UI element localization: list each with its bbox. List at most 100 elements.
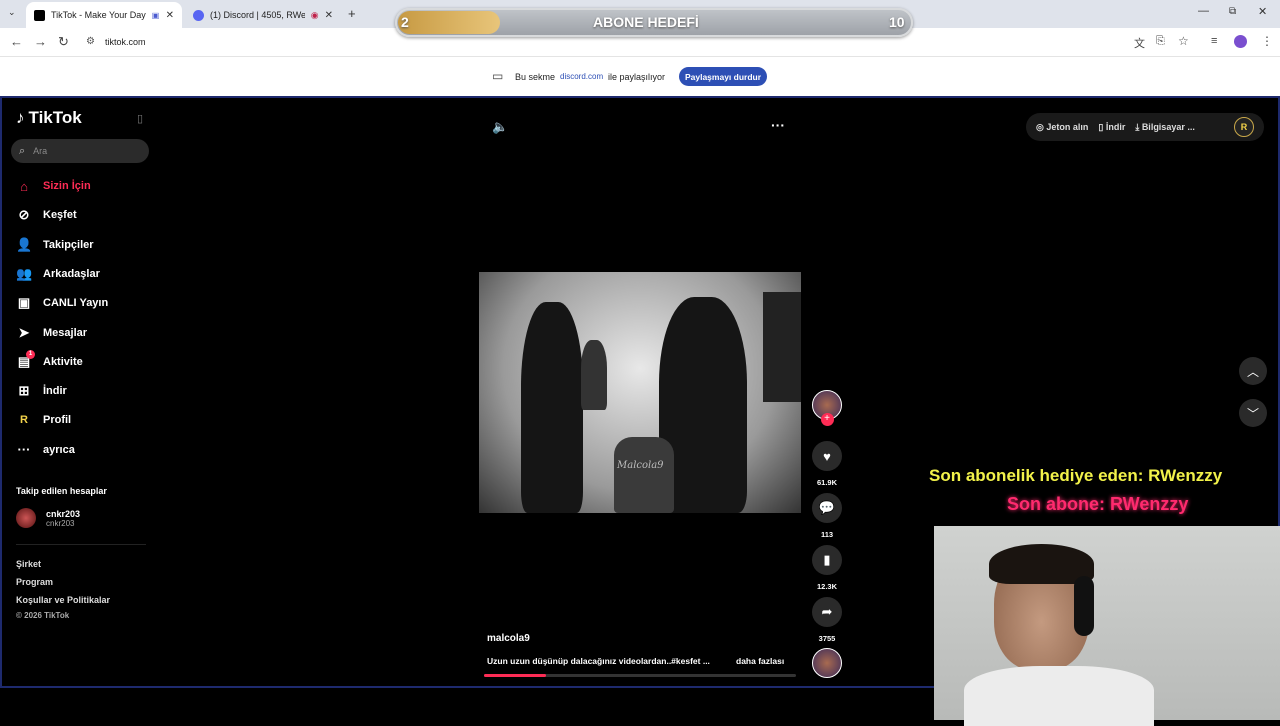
goal-title: ABONE HEDEFİ xyxy=(593,14,699,30)
comment-button[interactable]: 💬 113 xyxy=(811,493,843,539)
following-title: Takip edilen hesaplar xyxy=(16,486,107,496)
send-icon: ➤ xyxy=(18,324,30,340)
music-disc-icon[interactable] xyxy=(812,648,842,678)
following-account[interactable]: cnkr203 cnkr203 xyxy=(16,508,80,528)
window-close-icon[interactable]: ✕ xyxy=(1258,5,1267,18)
site-info-icon[interactable]: ⚙ xyxy=(86,36,95,47)
sidebar-item-4[interactable]: ▣ CANLI Yayın xyxy=(16,293,108,313)
sidebar-item-label: Arkadaşlar xyxy=(43,267,100,280)
footer-program[interactable]: Program xyxy=(16,577,53,587)
collapse-sidebar-icon[interactable]: ▯ xyxy=(137,112,143,125)
sidebar-item-label: Takipçiler xyxy=(43,238,94,251)
profile-avatar-icon[interactable] xyxy=(1234,35,1247,48)
following-handle: cnkr203 xyxy=(46,518,75,528)
user-avatar-icon[interactable]: R xyxy=(1234,117,1254,137)
bookmark-icon: ▮ xyxy=(812,545,842,575)
minimize-icon[interactable]: — xyxy=(1198,5,1209,17)
bookmark-star-icon[interactable]: ☆ xyxy=(1178,34,1189,48)
sidebar-item-2[interactable]: 👤 Takipçiler xyxy=(16,235,94,255)
more-icon: ··· xyxy=(17,442,31,458)
stop-sharing-button[interactable]: Paylaşmayı durdur xyxy=(679,67,767,86)
tiktok-note-icon: ♪ xyxy=(16,108,25,127)
author-avatar-button[interactable]: + xyxy=(811,390,843,426)
share-bar-suffix: ile paylaşılıyor xyxy=(608,72,666,82)
see-more-link[interactable]: daha fazlası xyxy=(736,656,784,666)
video-poster xyxy=(763,292,801,402)
sidebar-item-label: Profil xyxy=(43,414,72,427)
sidebar-item-label: İndir xyxy=(43,385,67,398)
footer-terms[interactable]: Koşullar ve Politikalar xyxy=(16,595,110,605)
video-watermark: Malcola9 xyxy=(617,460,664,471)
previous-video-button[interactable]: ︿ xyxy=(1239,357,1267,385)
screen-share-icon: ▭ xyxy=(492,69,504,83)
get-app-button[interactable]: ▯ İndir xyxy=(1098,122,1125,133)
sidebar-item-label: Mesajlar xyxy=(43,326,88,339)
browser-menu-icon[interactable]: ⋮ xyxy=(1261,34,1273,48)
video-figure-background xyxy=(581,340,607,410)
video-player[interactable]: Malcola9 xyxy=(479,272,801,513)
compass-icon: ⊘ xyxy=(18,207,30,223)
follow-plus-icon[interactable]: + xyxy=(820,413,834,426)
sidebar-item-label: Aktivite xyxy=(43,355,83,368)
video-author[interactable]: malcola9 xyxy=(487,633,530,644)
install-app-icon[interactable]: ⎘ xyxy=(1156,35,1165,48)
avatar xyxy=(16,508,36,528)
tab-list-icon[interactable]: ⌄ xyxy=(8,7,16,18)
comment-icon: 💬 xyxy=(812,493,842,523)
sidebar-item-3[interactable]: 👥 Arkadaşlar xyxy=(16,264,100,284)
video-caption: Uzun uzun düşünüp dalacağınız videolarda… xyxy=(487,656,710,666)
sidebar-item-1[interactable]: ⊘ Keşfet xyxy=(16,205,77,225)
tab-discord[interactable]: (1) Discord | 4505, RWenzzy ◉ ✕ xyxy=(185,2,341,28)
forward-icon[interactable]: → xyxy=(34,34,47,49)
following-name: cnkr203 xyxy=(46,508,81,519)
search-placeholder: Ara xyxy=(33,146,48,156)
reload-icon[interactable]: ↻ xyxy=(58,34,69,50)
new-tab-icon[interactable]: + xyxy=(348,6,356,21)
save-button[interactable]: ▮ 12.3K xyxy=(811,545,843,591)
tab-tiktok[interactable]: TikTok - Make Your Day ▣ ✕ xyxy=(26,2,182,28)
media-controls-icon[interactable]: ≡ xyxy=(1211,35,1217,47)
footer-company[interactable]: Şirket xyxy=(16,559,41,569)
sidebar-item-0[interactable]: ⌂ Sizin İçin xyxy=(16,176,91,196)
sidebar-item-label: ayrıca xyxy=(43,443,75,456)
share-count: 3755 xyxy=(818,634,836,643)
video-chair xyxy=(614,437,674,513)
goal-current: 2 xyxy=(401,14,409,30)
search-icon: ⌕ xyxy=(19,144,26,157)
desktop-label: Bilgisayar ... xyxy=(1141,121,1195,132)
sidebar-item-6[interactable]: ▤ 1 Aktivite xyxy=(16,349,83,372)
back-icon[interactable]: ← xyxy=(10,34,23,49)
more-options-icon[interactable]: ··· xyxy=(771,117,785,133)
video-progress-track[interactable] xyxy=(484,674,796,677)
sidebar-item-9[interactable]: ··· ayrıca xyxy=(16,440,75,460)
share-button[interactable]: ➦ 3755 xyxy=(811,597,843,643)
headphones-icon xyxy=(1074,576,1094,636)
sidebar-item-8[interactable]: R Profil xyxy=(16,410,71,430)
divider xyxy=(16,544,146,545)
chevron-down-icon: ﹀ xyxy=(1246,406,1259,421)
like-button[interactable]: ♥ 61.9K xyxy=(811,441,843,487)
download-label: İndir xyxy=(1105,121,1126,132)
translate-icon[interactable]: ⽂ xyxy=(1134,35,1145,51)
share-arrow-icon: ➦ xyxy=(812,597,842,627)
cast-icon: ▣ xyxy=(151,10,160,20)
tab-title: TikTok - Make Your Day xyxy=(51,10,146,20)
restore-icon[interactable]: ⧉ xyxy=(1229,6,1236,17)
volume-icon[interactable]: 🔈 xyxy=(492,119,508,135)
activity-icon: ▤ 1 xyxy=(16,349,35,370)
comment-count: 113 xyxy=(820,530,834,539)
desktop-app-button[interactable]: ⤓ Bilgisayar ... xyxy=(1135,122,1195,133)
sidebar-item-label: Keşfet xyxy=(43,209,77,222)
tiktok-logo[interactable]: ♪ TikTok xyxy=(16,108,82,128)
video-figure-man xyxy=(521,302,583,513)
discord-favicon-icon xyxy=(193,9,204,21)
get-coins-button[interactable]: ◎ Jeton alın xyxy=(1036,122,1088,133)
url-field[interactable]: tiktok.com xyxy=(105,37,146,47)
next-video-button[interactable]: ﹀ xyxy=(1239,399,1267,427)
subscriber-goal-bar: 2 ABONE HEDEFİ 10 xyxy=(395,8,913,37)
sidebar-item-5[interactable]: ➤ Mesajlar xyxy=(16,323,87,343)
close-tab-icon[interactable]: ✕ xyxy=(166,10,174,21)
close-tab-icon[interactable]: ✕ xyxy=(325,10,333,21)
search-input[interactable]: ⌕ Ara xyxy=(11,139,149,163)
sidebar-item-7[interactable]: ⊞ İndir xyxy=(16,381,67,401)
